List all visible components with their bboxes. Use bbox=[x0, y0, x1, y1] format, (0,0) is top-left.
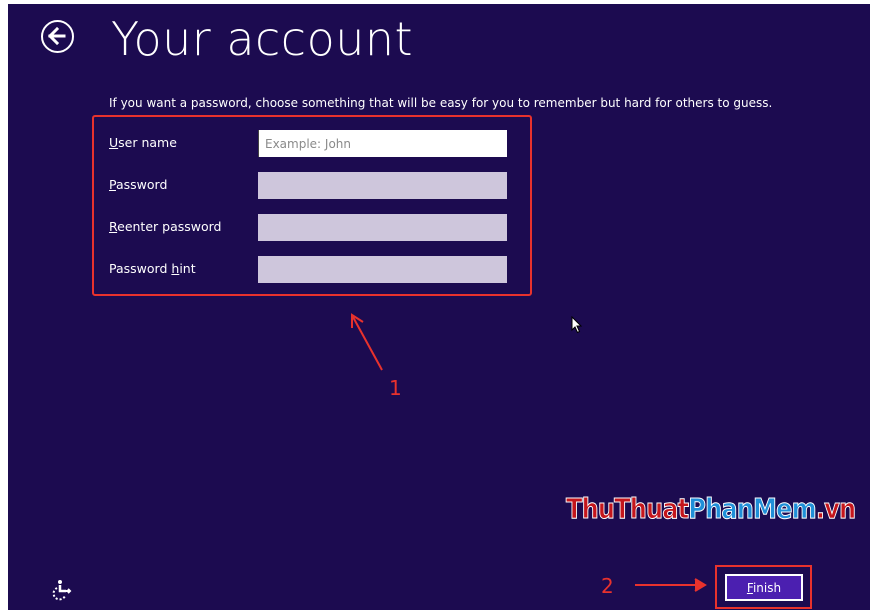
annotation-step-2: 2 bbox=[601, 574, 614, 598]
annotation-arrow-2 bbox=[635, 578, 707, 592]
watermark: ThuThuatPhanMem.vn bbox=[566, 492, 857, 526]
setup-screen: Your account If you want a password, cho… bbox=[8, 4, 870, 610]
finish-button[interactable]: Finish bbox=[725, 574, 803, 601]
mouse-cursor-icon bbox=[571, 316, 583, 334]
annotation-step-1: 1 bbox=[389, 376, 402, 400]
annotation-arrow-1 bbox=[351, 313, 383, 371]
ease-of-access-icon[interactable] bbox=[52, 579, 74, 601]
